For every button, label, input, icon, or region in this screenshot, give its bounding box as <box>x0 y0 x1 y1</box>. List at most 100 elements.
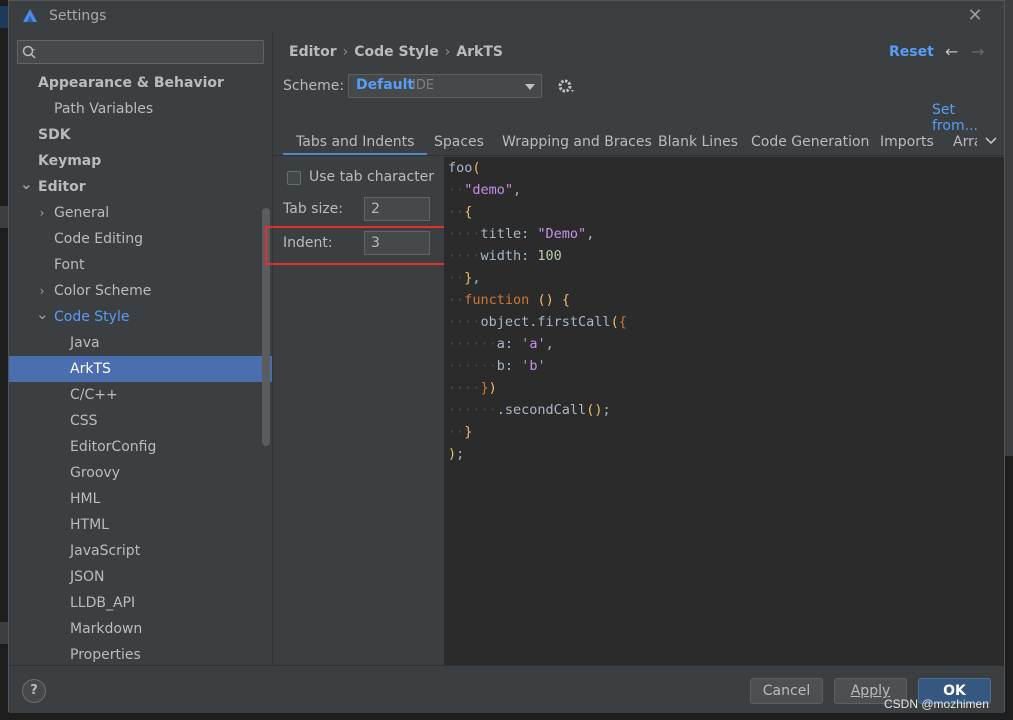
tab-code-generation[interactable]: Code Generation <box>751 128 869 155</box>
sidebar-item[interactable]: Markdown <box>9 616 272 642</box>
sidebar-item[interactable]: CSS <box>9 408 272 434</box>
sidebar-item-label: Properties <box>70 647 141 663</box>
use-tab-checkbox[interactable] <box>287 171 301 185</box>
help-button[interactable]: ? <box>22 679 46 703</box>
close-icon[interactable]: ✕ <box>964 5 986 27</box>
sidebar-item[interactable]: ⌄ Code Style <box>9 304 272 330</box>
tab-blank-lines[interactable]: Blank Lines <box>658 128 738 155</box>
sidebar-item[interactable]: › Color Scheme <box>9 278 272 304</box>
background-window-left <box>0 0 8 720</box>
code-line: foo( <box>448 157 481 179</box>
code-line: ······b: 'b' <box>448 355 546 377</box>
code-token: , <box>545 336 554 352</box>
sidebar-item-label: Code Style <box>54 309 130 325</box>
code-token: ( <box>610 314 619 330</box>
breadcrumb-item: Editor <box>289 44 337 60</box>
chevron-right-icon[interactable]: › <box>36 200 48 226</box>
code-token: { <box>618 314 627 330</box>
sidebar-item-label: Path Variables <box>54 101 154 117</box>
tab-size-field[interactable]: 2 <box>364 197 430 221</box>
whitespace-marker: ······ <box>448 402 497 418</box>
sidebar-item[interactable]: Groovy <box>9 460 272 486</box>
code-token: : <box>521 226 538 242</box>
sidebar-item[interactable]: JSON <box>9 564 272 590</box>
code-token: : <box>521 248 538 264</box>
code-token: width <box>480 248 522 264</box>
code-line: ··} <box>448 421 472 443</box>
code-line: ····title: "Demo", <box>448 223 594 245</box>
sidebar-item[interactable]: ArkTS <box>9 356 272 382</box>
background-row <box>0 206 8 228</box>
code-token: "Demo" <box>537 226 587 242</box>
reset-link[interactable]: Reset <box>889 44 934 60</box>
sidebar-item[interactable]: Font <box>9 252 272 278</box>
sidebar-item[interactable]: ⌄ Editor <box>9 174 272 200</box>
chevron-down-icon <box>525 84 535 90</box>
code-token: foo <box>448 160 473 176</box>
sidebar-item-label: CSS <box>70 413 98 429</box>
sidebar-item[interactable]: EditorConfig <box>9 434 272 460</box>
code-token: { <box>464 204 473 220</box>
dialog-footer: ? Cancel Apply OK <box>9 665 1004 713</box>
tab-wrapping-and-braces[interactable]: Wrapping and Braces <box>502 128 652 155</box>
sidebar-item-label: JSON <box>70 569 105 585</box>
code-line: ······a: 'a', <box>448 333 554 355</box>
breadcrumb-separator-icon: › <box>342 44 349 60</box>
search-input[interactable] <box>17 40 264 64</box>
sidebar-item[interactable]: Code Editing <box>9 226 272 252</box>
code-token: "demo" <box>464 182 514 198</box>
forward-arrow-icon[interactable]: → <box>971 42 984 61</box>
chevron-down-icon[interactable]: ⌄ <box>20 174 33 194</box>
code-line: ······.secondCall(); <box>448 399 611 421</box>
scheme-dropdown[interactable]: Default IDE <box>348 74 542 98</box>
chevron-down-icon[interactable]: ⌄ <box>36 304 49 324</box>
sidebar-item[interactable]: JavaScript <box>9 538 272 564</box>
sidebar-item-label: Code Editing <box>54 231 144 247</box>
chevron-right-icon[interactable]: › <box>36 278 48 304</box>
code-token: () <box>537 292 554 308</box>
search-icon <box>22 44 38 64</box>
sidebar-item-label: Appearance & Behavior <box>38 75 224 91</box>
sidebar-item[interactable]: Keymap <box>9 148 272 174</box>
sidebar-item-label: General <box>54 205 110 221</box>
highlight-box <box>265 226 468 265</box>
sidebar-item[interactable]: Java <box>9 330 272 356</box>
sidebar-item[interactable]: C/C++ <box>9 382 272 408</box>
back-arrow-icon[interactable]: ← <box>945 42 958 61</box>
code-token: } <box>464 424 473 440</box>
sidebar-item[interactable]: SDK <box>9 122 272 148</box>
code-token: { <box>561 292 570 308</box>
sidebar-item[interactable]: HML <box>9 486 272 512</box>
tab-tabs-and-indents[interactable]: Tabs and Indents <box>283 128 428 155</box>
code-token: ) <box>448 446 457 462</box>
code-preview[interactable]: foo(··"demo", ··{····title: "Demo", ····wi… <box>444 157 1004 665</box>
sidebar-item[interactable]: LLDB_API <box>9 590 272 616</box>
chevron-down-icon[interactable] <box>984 133 998 151</box>
code-line: ····object.firstCall({ <box>448 311 627 333</box>
code-token: b <box>496 358 505 374</box>
sidebar-item[interactable]: Appearance & Behavior <box>9 70 272 96</box>
code-token: , <box>513 182 522 198</box>
cancel-button[interactable]: Cancel <box>750 678 823 704</box>
tab-bar: Tabs and Indents Spaces Wrapping and Bra… <box>273 128 1004 156</box>
code-line: ··{ <box>448 201 472 223</box>
sidebar-item-label: HTML <box>70 517 109 533</box>
sidebar-item[interactable]: HTML <box>9 512 272 538</box>
code-token: 100 <box>537 248 562 264</box>
breadcrumb-separator-icon: › <box>444 44 451 60</box>
sidebar-item[interactable]: Properties <box>9 642 272 665</box>
tab-arrangement[interactable]: Arra <box>953 128 977 155</box>
sidebar-item-label: Keymap <box>38 153 102 169</box>
sidebar-item-label: JavaScript <box>70 543 141 559</box>
tab-imports[interactable]: Imports <box>880 128 934 155</box>
scheme-type: IDE <box>412 78 435 93</box>
sidebar-item[interactable]: › General <box>9 200 272 226</box>
gear-icon[interactable] <box>557 77 575 99</box>
sidebar-item[interactable]: Path Variables <box>9 96 272 122</box>
watermark: CSDN @mozhimen <box>884 697 989 711</box>
whitespace-marker: ···· <box>448 380 481 396</box>
whitespace-marker: ·· <box>448 182 465 198</box>
tab-spaces[interactable]: Spaces <box>434 128 484 155</box>
code-token: () <box>586 402 603 418</box>
